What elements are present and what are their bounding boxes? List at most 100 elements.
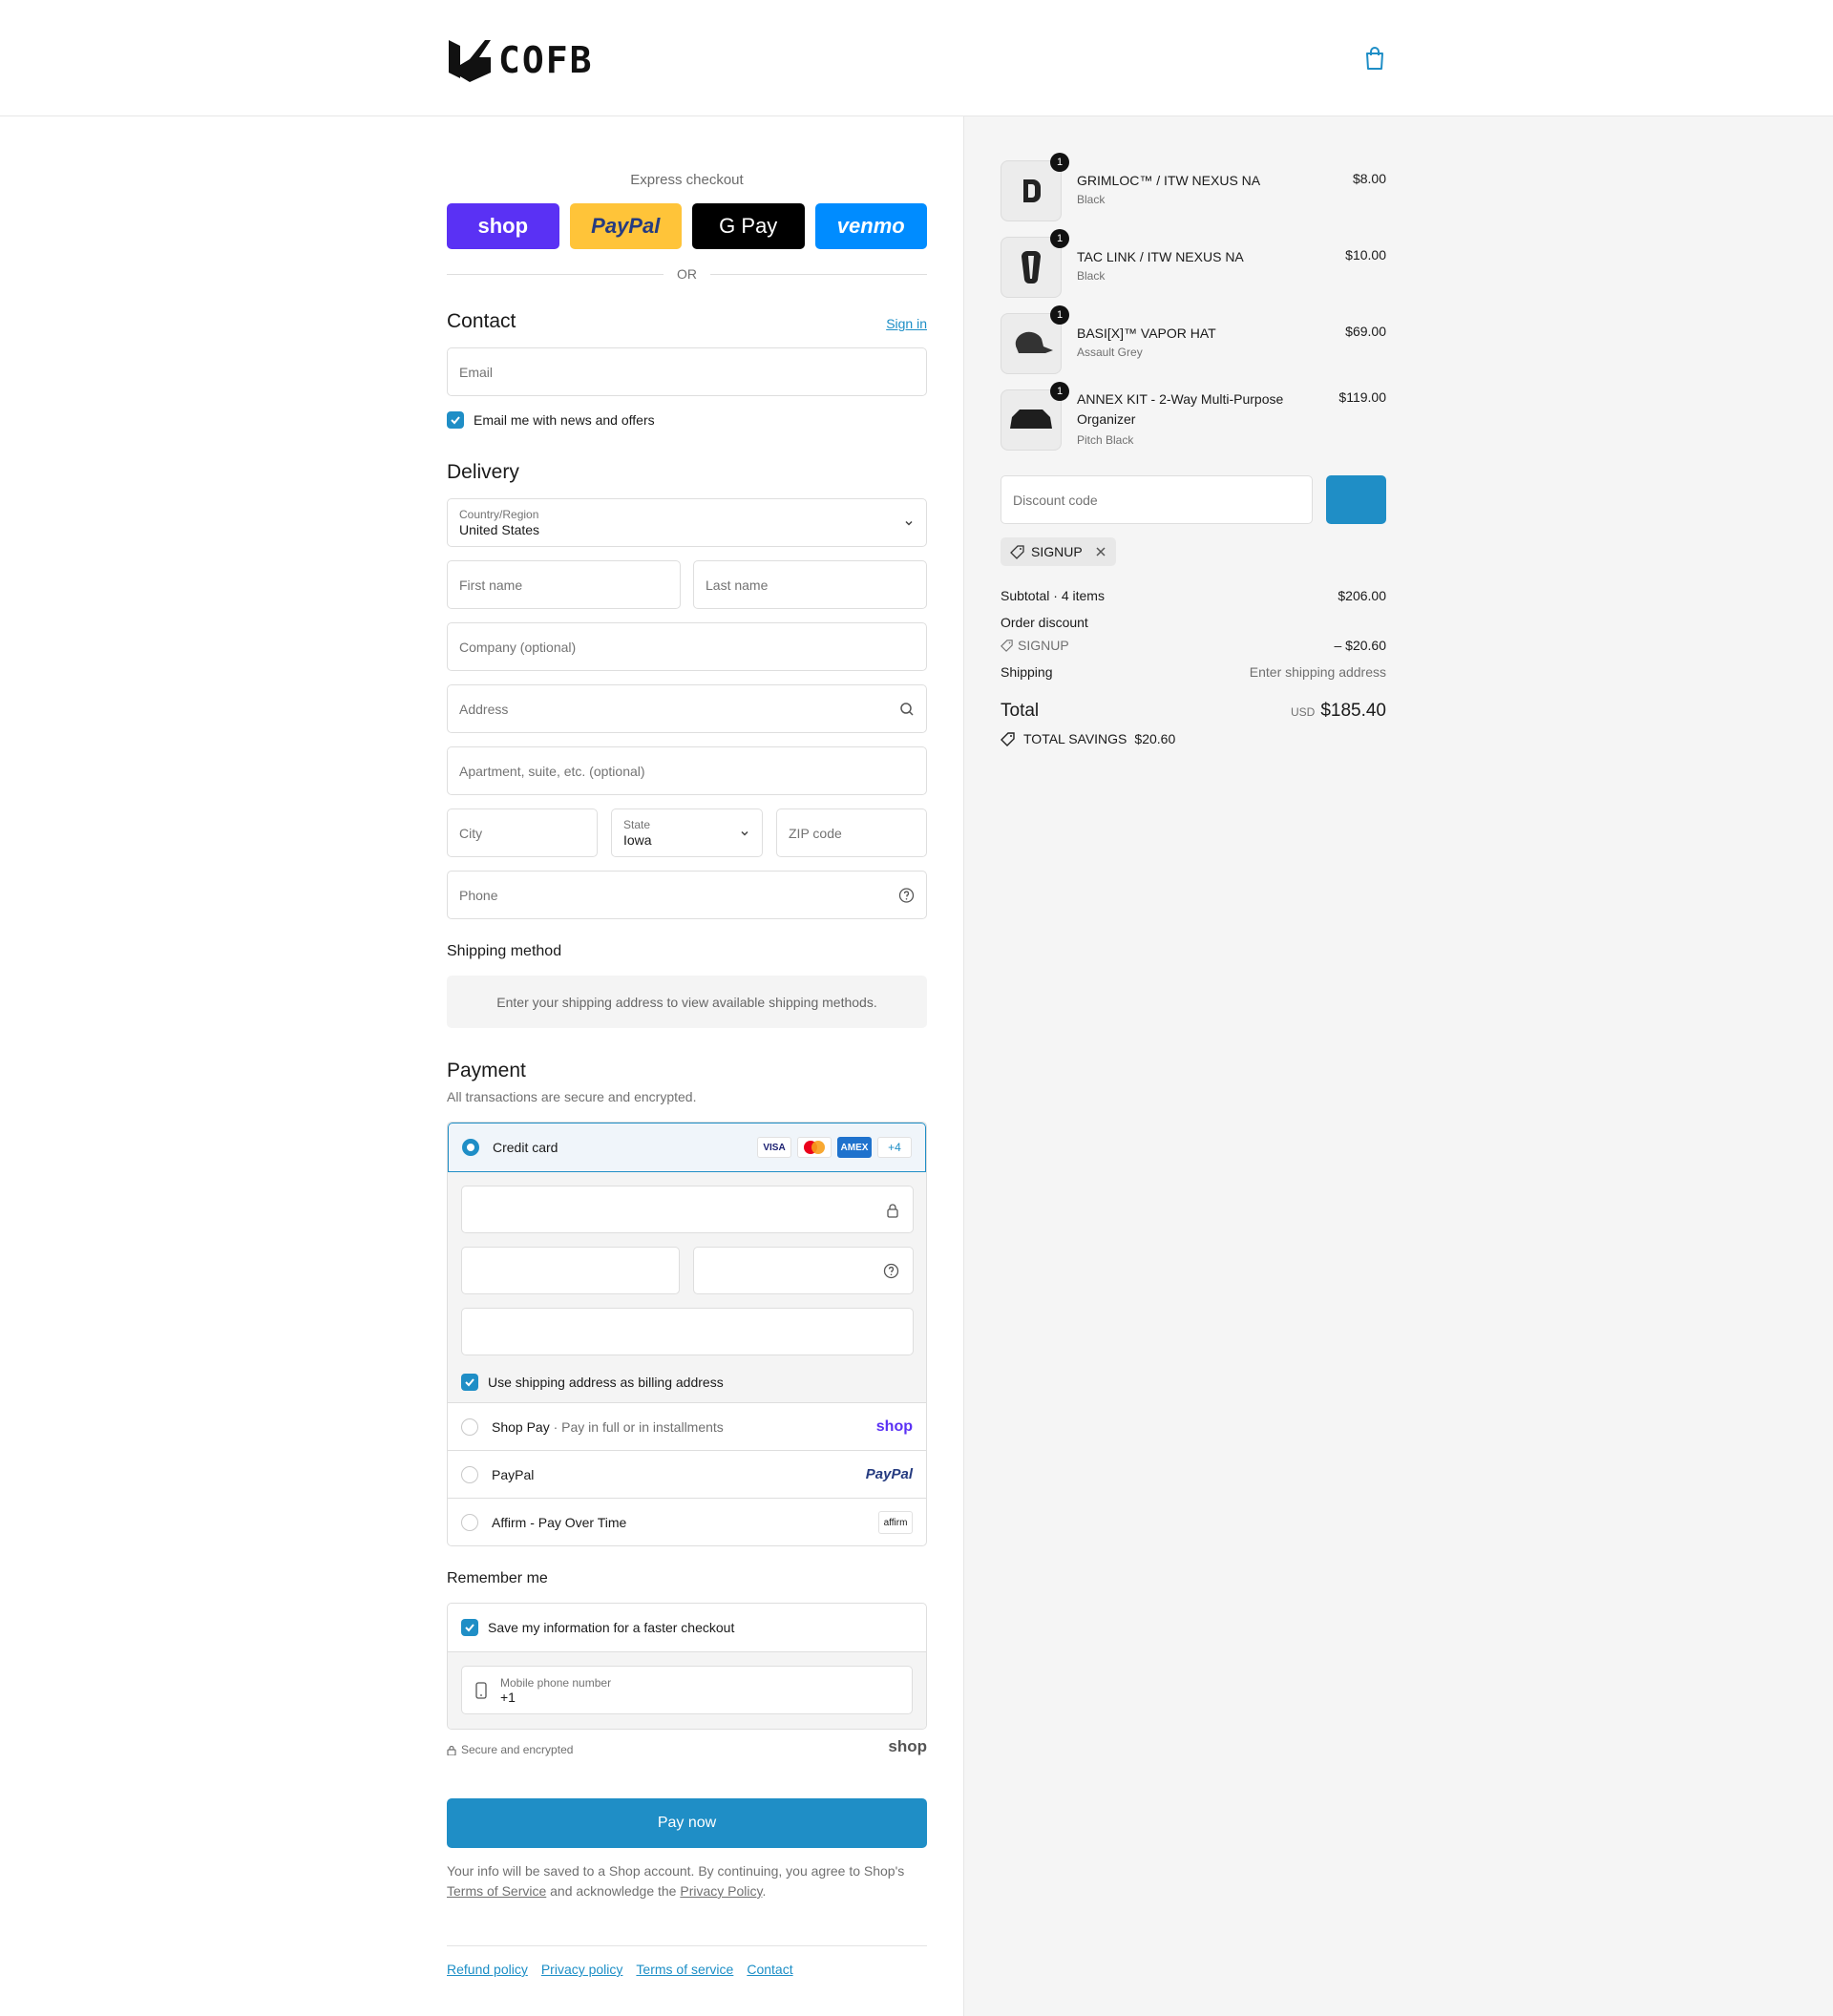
delivery-title: Delivery bbox=[447, 461, 519, 483]
tags-icon bbox=[1001, 732, 1015, 746]
sign-in-link[interactable]: Sign in bbox=[886, 316, 927, 331]
google-pay-button[interactable]: G Pay bbox=[692, 203, 805, 249]
mobile-phone-icon bbox=[475, 1681, 487, 1699]
cart-item: 1 GRIMLOC™ / ITW NEXUS NA Black $8.00 bbox=[1001, 153, 1386, 223]
state-select[interactable]: State Iowa bbox=[611, 808, 763, 857]
card-fields-area: Use shipping address as billing address bbox=[448, 1172, 926, 1402]
name-on-card-field[interactable] bbox=[461, 1308, 914, 1355]
express-checkout-buttons: shop PayPal G Pay venmo bbox=[447, 203, 927, 249]
news-checkbox[interactable] bbox=[447, 411, 464, 429]
product-price: $8.00 bbox=[1352, 171, 1386, 186]
applied-discount-tag: SIGNUP bbox=[1001, 537, 1116, 566]
discount-code-row: SIGNUP – $20.60 bbox=[1001, 638, 1386, 653]
save-info-checkbox[interactable] bbox=[461, 1619, 478, 1636]
product-price: $10.00 bbox=[1345, 247, 1386, 262]
check-icon bbox=[465, 1624, 474, 1632]
order-discount-row: Order discount bbox=[1001, 615, 1088, 630]
help-icon[interactable] bbox=[898, 887, 915, 903]
product-variant: Assault Grey bbox=[1077, 346, 1143, 359]
billing-address-checkbox[interactable] bbox=[461, 1374, 478, 1391]
affirm-logo: affirm bbox=[878, 1511, 913, 1534]
paypal-logo: PayPal bbox=[865, 1466, 913, 1482]
card-brands: VISA AMEX +4 bbox=[757, 1137, 912, 1158]
product-thumbnail: 1 bbox=[1001, 229, 1069, 298]
total-savings: TOTAL SAVINGS $20.60 bbox=[1001, 731, 1175, 746]
shop-pay-option[interactable]: Shop Pay · Pay in full or in installment… bbox=[448, 1402, 926, 1450]
paypal-option[interactable]: PayPal PayPal bbox=[448, 1450, 926, 1498]
news-checkbox-row[interactable]: Email me with news and offers bbox=[447, 411, 655, 429]
address-field[interactable]: Address bbox=[447, 684, 927, 733]
product-variant: Black bbox=[1077, 269, 1106, 283]
privacy-policy-link[interactable]: Privacy Policy bbox=[680, 1883, 762, 1899]
affirm-radio[interactable] bbox=[461, 1513, 478, 1531]
paypal-radio[interactable] bbox=[461, 1465, 478, 1483]
mobile-phone-field[interactable]: Mobile phone number +1 bbox=[461, 1666, 913, 1714]
city-field[interactable]: City bbox=[447, 808, 598, 857]
venmo-button[interactable]: venmo bbox=[814, 203, 927, 249]
credit-card-option[interactable]: Credit card VISA AMEX +4 bbox=[448, 1123, 926, 1172]
hat-icon bbox=[1015, 331, 1053, 353]
shop-pay-logo: shop bbox=[875, 1418, 913, 1435]
close-icon[interactable] bbox=[1095, 546, 1106, 557]
express-checkout-title: Express checkout bbox=[630, 172, 744, 188]
apply-discount-button[interactable] bbox=[1326, 475, 1386, 524]
apartment-field[interactable]: Apartment, suite, etc. (optional) bbox=[447, 746, 927, 795]
expiration-date-field[interactable] bbox=[461, 1247, 680, 1294]
zip-field[interactable]: ZIP code bbox=[776, 808, 927, 857]
product-thumbnail: 1 bbox=[1001, 305, 1069, 374]
email-field[interactable]: Email bbox=[447, 347, 927, 396]
security-code-field[interactable] bbox=[693, 1247, 914, 1294]
mastercard-icon bbox=[797, 1137, 832, 1158]
shipping-method-message: Enter your shipping address to view avai… bbox=[447, 976, 927, 1028]
shop-pay-button[interactable]: shop bbox=[447, 203, 559, 249]
subtotal-row: Subtotal · 4 items $206.00 bbox=[1001, 588, 1386, 603]
total-row: Total USD $185.40 bbox=[1001, 701, 1386, 721]
payment-title: Payment bbox=[447, 1060, 526, 1082]
check-icon bbox=[465, 1378, 474, 1387]
amex-icon: AMEX bbox=[837, 1137, 872, 1158]
logo-text: COFB bbox=[498, 39, 594, 81]
shop-pay-radio[interactable] bbox=[461, 1418, 478, 1436]
product-variant: Pitch Black bbox=[1077, 433, 1134, 447]
quantity-badge: 1 bbox=[1050, 305, 1069, 325]
affirm-option[interactable]: Affirm - Pay Over Time affirm bbox=[448, 1498, 926, 1545]
company-field[interactable]: Company (optional) bbox=[447, 622, 927, 671]
privacy-policy-footer-link[interactable]: Privacy policy bbox=[541, 1962, 623, 1977]
cart-item: 1 ANNEX KIT - 2-Way Multi-Purpose Organi… bbox=[1001, 382, 1386, 464]
phone-field[interactable]: Phone bbox=[447, 871, 927, 919]
buckle-icon bbox=[1023, 179, 1041, 202]
discount-code-field[interactable]: Discount code bbox=[1001, 475, 1313, 524]
carabiner-icon bbox=[1022, 251, 1041, 284]
help-icon[interactable] bbox=[883, 1263, 899, 1279]
country-select[interactable]: Country/Region United States bbox=[447, 498, 927, 547]
paypal-button[interactable]: PayPal bbox=[569, 203, 682, 249]
pay-now-button[interactable]: Pay now bbox=[447, 1798, 927, 1848]
remember-me-box: Save my information for a faster checkou… bbox=[447, 1603, 927, 1730]
save-info-checkbox-row[interactable]: Save my information for a faster checkou… bbox=[448, 1604, 926, 1651]
contact-link[interactable]: Contact bbox=[747, 1962, 792, 1977]
search-icon bbox=[900, 702, 914, 716]
product-name: ANNEX KIT - 2-Way Multi-Purpose Organize… bbox=[1077, 391, 1284, 427]
payment-options: Credit card VISA AMEX +4 Use shipping ad… bbox=[447, 1122, 927, 1546]
shopping-bag-icon[interactable] bbox=[1363, 46, 1386, 71]
organizer-bag-icon bbox=[1010, 410, 1052, 429]
terms-of-service-footer-link[interactable]: Terms of service bbox=[636, 1962, 733, 1977]
chevron-down-icon bbox=[905, 520, 913, 526]
terms-of-service-link[interactable]: Terms of Service bbox=[447, 1883, 546, 1899]
refund-policy-link[interactable]: Refund policy bbox=[447, 1962, 528, 1977]
credit-card-radio[interactable] bbox=[462, 1139, 479, 1156]
product-thumbnail: 1 bbox=[1001, 382, 1069, 451]
more-brands-badge: +4 bbox=[877, 1137, 912, 1158]
site-header: COFB bbox=[0, 0, 1833, 116]
billing-address-checkbox-row[interactable]: Use shipping address as billing address bbox=[461, 1374, 724, 1391]
brand-logo[interactable]: COFB bbox=[447, 36, 594, 84]
product-name: BASI[X]™ VAPOR HAT bbox=[1077, 326, 1216, 341]
logo-mark-icon bbox=[449, 40, 491, 82]
remember-me-title: Remember me bbox=[447, 1570, 548, 1586]
card-number-field[interactable] bbox=[461, 1186, 914, 1233]
secure-note: Secure and encrypted bbox=[447, 1743, 573, 1756]
legal-text: Your info will be saved to a Shop accoun… bbox=[447, 1863, 905, 1899]
first-name-field[interactable]: First name bbox=[447, 560, 681, 609]
last-name-field[interactable]: Last name bbox=[693, 560, 927, 609]
or-divider: OR bbox=[447, 266, 927, 282]
